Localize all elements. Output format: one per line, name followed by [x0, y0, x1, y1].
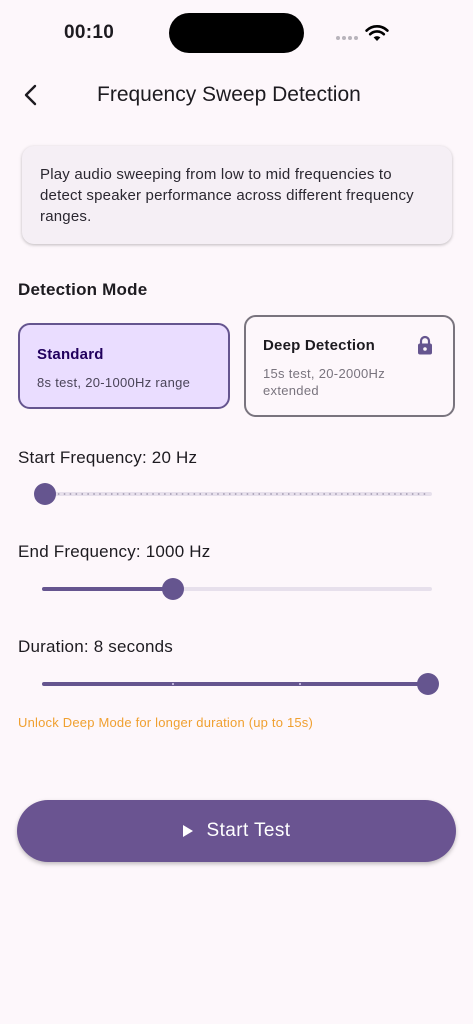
mode-standard-card[interactable]: Standard 8s test, 20-1000Hz range — [18, 323, 230, 409]
duration-slider[interactable] — [42, 670, 439, 698]
info-card-text: Play audio sweeping from low to mid freq… — [40, 166, 414, 225]
unlock-deep-mode-hint: Unlock Deep Mode for longer duration (up… — [18, 715, 314, 730]
start-frequency-slider[interactable] — [34, 480, 432, 508]
end-frequency-label: End Frequency: 1000 Hz — [18, 542, 211, 561]
cellular-signal-icon — [336, 36, 360, 42]
slider-thumb — [162, 578, 184, 600]
status-bar: 00:10 — [0, 0, 473, 66]
mode-standard-description: 8s test, 20-1000Hz range — [37, 375, 191, 390]
mode-deep-description: 15s test, 20-2000Hz extended — [263, 366, 386, 398]
app-bar: Frequency Sweep Detection — [0, 66, 473, 126]
slider-thumb — [417, 673, 439, 695]
start-test-button[interactable]: Start Test — [17, 800, 456, 862]
slider-tick — [299, 683, 301, 685]
wifi-icon — [365, 25, 389, 41]
play-icon — [182, 825, 193, 837]
duration-label: Duration: 8 seconds — [18, 637, 173, 656]
start-test-label: Start Test — [206, 820, 291, 841]
slider-thumb — [34, 483, 56, 505]
status-time: 00:10 — [64, 22, 115, 43]
end-frequency-slider[interactable] — [42, 575, 432, 603]
mode-standard-title: Standard — [37, 346, 104, 363]
mode-deep-title: Deep Detection — [263, 337, 375, 354]
mode-deep-card[interactable]: Deep Detection 15s test, 20-2000Hz exten… — [244, 315, 455, 417]
dynamic-island — [169, 13, 304, 53]
lock-icon — [418, 335, 432, 355]
page-title: Frequency Sweep Detection — [97, 83, 361, 106]
back-button[interactable] — [14, 78, 48, 112]
detection-mode-title: Detection Mode — [18, 280, 148, 299]
slider-tick — [172, 683, 174, 685]
info-card: Play audio sweeping from low to mid freq… — [22, 146, 452, 244]
chevron-left-icon — [24, 84, 37, 106]
start-frequency-label: Start Frequency: 20 Hz — [18, 448, 198, 467]
